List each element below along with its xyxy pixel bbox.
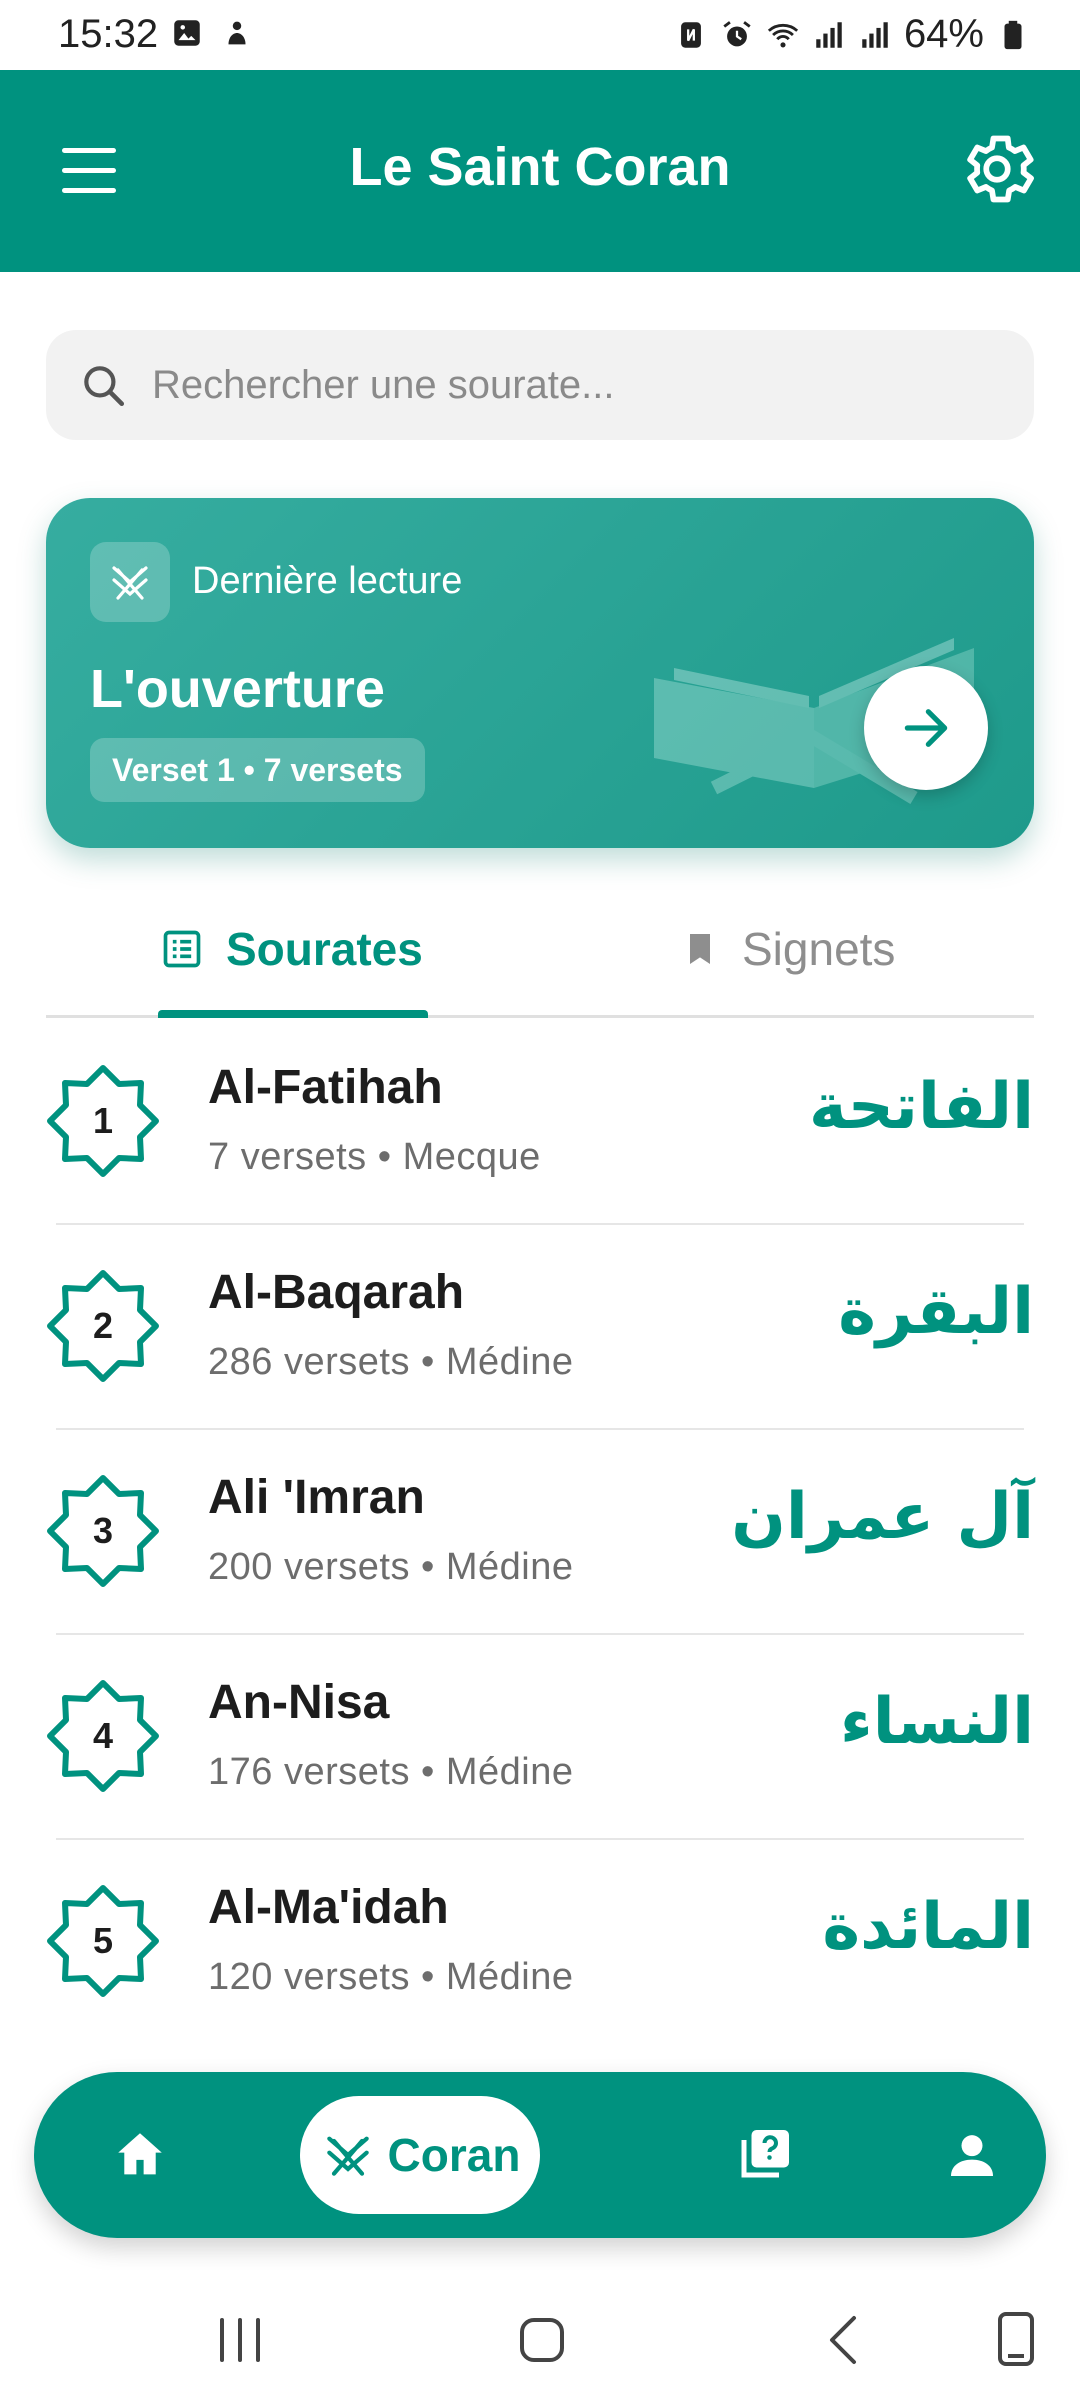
alarm-icon: [723, 20, 751, 46]
arrow-right-icon: [904, 709, 948, 747]
tab-sourates-label: Sourates: [226, 923, 423, 975]
system-nav-bar: [0, 2270, 1080, 2408]
tab-sourates[interactable]: Sourates: [160, 880, 423, 1018]
surah-name: Al-Ma'idah: [208, 1881, 449, 1934]
surah-arabic-name: الفاتحة: [808, 1070, 1034, 1144]
surah-name: Al-Baqarah: [208, 1266, 465, 1319]
last-read-icon-box: [90, 542, 170, 622]
settings-button[interactable]: [954, 126, 1040, 212]
search-bar[interactable]: [46, 330, 1034, 440]
surah-arabic-name: النساء: [840, 1685, 1034, 1759]
recent-apps-icon[interactable]: [200, 2300, 280, 2380]
tab-signets-label: Signets: [742, 923, 896, 975]
last-read-progress: Verset 1 • 7 versets: [90, 738, 425, 802]
app-title: Le Saint Coran: [349, 137, 731, 197]
quran-icon: [112, 566, 148, 600]
tab-indicator: [158, 1010, 428, 1018]
gear-icon: [967, 135, 1034, 203]
keyboard-switch-icon[interactable]: [976, 2300, 1056, 2380]
surah-meta: 7 versets • Mecque: [208, 1136, 541, 1178]
search-input[interactable]: [152, 362, 1012, 408]
tab-signets[interactable]: Signets: [680, 880, 895, 1018]
surah-arabic-name: المائدة: [822, 1890, 1034, 1964]
wifi-icon: [767, 23, 799, 47]
surah-meta: 200 versets • Médine: [208, 1546, 574, 1588]
status-left-icons: [170, 16, 254, 50]
battery-icon: [1004, 20, 1022, 49]
notification-icon: [228, 21, 246, 45]
list-item[interactable]: 1 Al-Fatihah 7 versets • Mecque الفاتحة: [0, 1020, 1080, 1225]
last-read-label: Dernière lecture: [192, 560, 463, 602]
bottom-nav: Coran: [34, 2072, 1046, 2238]
surah-meta: 286 versets • Médine: [208, 1341, 574, 1383]
list-icon: [163, 930, 201, 968]
home-button-icon[interactable]: [502, 2300, 582, 2380]
list-item[interactable]: 5 Al-Ma'idah 120 versets • Médine المائد…: [0, 1840, 1080, 2045]
surah-number: 3: [92, 1510, 114, 1551]
surah-number: 1: [92, 1100, 114, 1141]
nav-profile[interactable]: [906, 2072, 1038, 2238]
status-time: 15:32: [58, 12, 159, 56]
person-icon: [951, 2135, 993, 2176]
signal-icon: [862, 21, 888, 48]
surah-name: Al-Fatihah: [208, 1061, 443, 1114]
surah-number: 5: [92, 1920, 114, 1961]
last-read-card[interactable]: Dernière lecture L'ouverture Verset 1 • …: [46, 498, 1034, 848]
status-right: 64%: [674, 12, 1030, 57]
surah-meta: 176 versets • Médine: [208, 1751, 574, 1793]
surah-number: 2: [92, 1305, 114, 1346]
battery-percent: 64%: [903, 12, 984, 56]
bookmark-icon: [690, 934, 710, 964]
nfc-icon: [681, 21, 701, 48]
signal-icon: [816, 21, 842, 48]
status-bar: 15:32 64%: [0, 0, 1080, 70]
app-bar: Le Saint Coran: [0, 70, 1080, 272]
continue-reading-button[interactable]: [864, 666, 988, 790]
nav-coran-label: Coran: [387, 2129, 521, 2181]
list-item[interactable]: 4 An-Nisa 176 versets • Médine النساء: [0, 1635, 1080, 1840]
tabs: Sourates Signets: [46, 880, 1034, 1018]
surah-arabic-name: آل عمران: [731, 1480, 1034, 1554]
nav-coran[interactable]: Coran: [300, 2096, 540, 2214]
surah-number: 4: [92, 1715, 114, 1756]
image-icon: [174, 20, 200, 46]
surah-meta: 120 versets • Médine: [208, 1956, 574, 1998]
quiz-icon: [741, 2130, 789, 2178]
nav-home[interactable]: [74, 2072, 206, 2238]
nav-quiz[interactable]: [698, 2072, 830, 2238]
list-item[interactable]: 3 Ali 'Imran 200 versets • Médine آل عمر…: [0, 1430, 1080, 1635]
back-icon[interactable]: [804, 2300, 884, 2380]
last-read-title: L'ouverture: [90, 659, 385, 719]
search-icon: [84, 366, 125, 407]
surah-name: Ali 'Imran: [208, 1471, 425, 1524]
surah-list: 1 Al-Fatihah 7 versets • Mecque الفاتحة …: [0, 1020, 1080, 2045]
surah-arabic-name: البقرة: [838, 1275, 1034, 1349]
list-item[interactable]: 2 Al-Baqarah 286 versets • Médine البقرة: [0, 1225, 1080, 1430]
surah-name: An-Nisa: [208, 1676, 390, 1729]
home-icon: [118, 2133, 162, 2175]
quran-icon: [326, 2136, 369, 2176]
